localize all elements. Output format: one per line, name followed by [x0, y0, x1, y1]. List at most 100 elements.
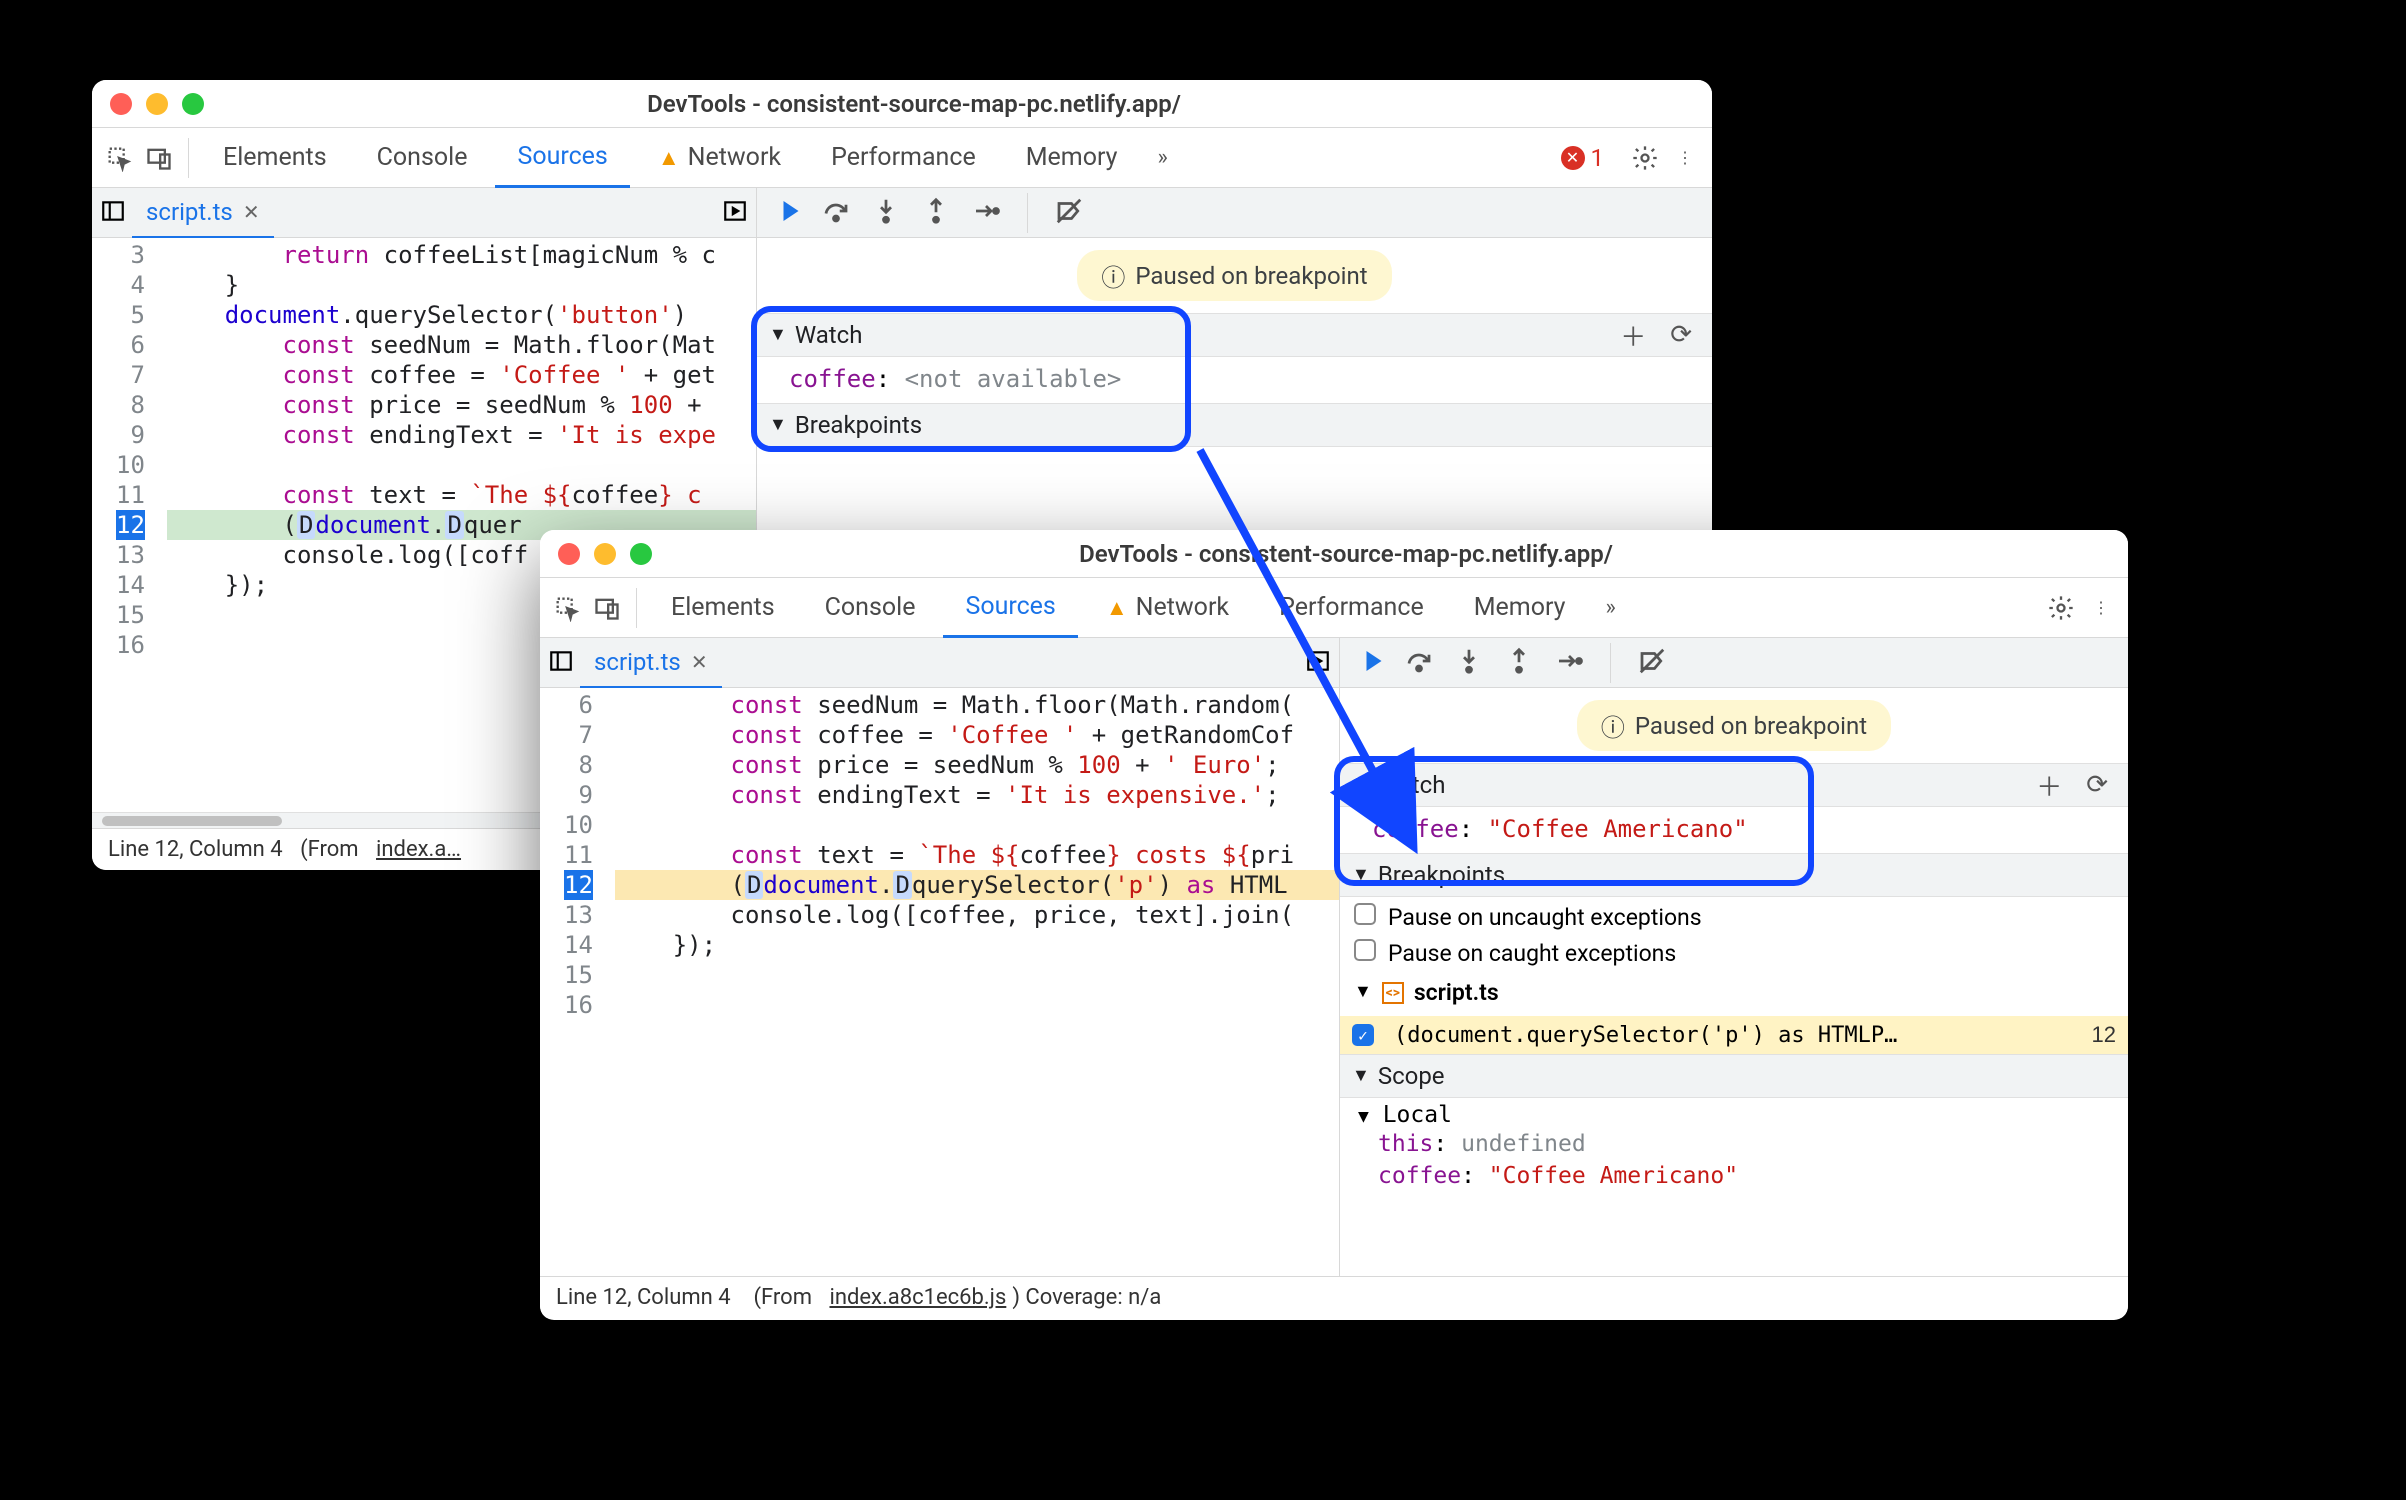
minimize-window-icon[interactable] [146, 93, 168, 115]
scope-var-coffee: coffee: "Coffee Americano" [1358, 1160, 2118, 1192]
devtools-window-2: DevTools - consistent-source-map-pc.netl… [540, 530, 2128, 1320]
step-out-icon[interactable] [1504, 646, 1534, 680]
error-badge-icon: ✕ [1561, 146, 1585, 170]
resume-icon[interactable] [771, 196, 801, 230]
chevron-down-icon: ▼ [1352, 864, 1370, 885]
kebab-icon[interactable]: ⋮ [1668, 141, 1702, 175]
debugger-toolbar [757, 188, 1712, 238]
deactivate-breakpoints-icon[interactable] [1637, 646, 1667, 680]
pause-caught-row[interactable]: Pause on caught exceptions [1354, 939, 2114, 967]
step-into-icon[interactable] [871, 196, 901, 230]
titlebar: DevTools - consistent-source-map-pc.netl… [92, 80, 1712, 128]
step-out-icon[interactable] [921, 196, 951, 230]
checkbox-checked-icon[interactable]: ✓ [1352, 1024, 1374, 1046]
inspect-icon[interactable] [550, 591, 584, 625]
scope-body: ▼ Local this: undefined coffee: "Coffee … [1340, 1098, 2128, 1202]
warning-icon: ▲ [1106, 595, 1128, 621]
titlebar: DevTools - consistent-source-map-pc.netl… [540, 530, 2128, 578]
file-tab-script[interactable]: script.ts✕ [580, 638, 722, 688]
watch-key: coffee [789, 365, 876, 393]
info-icon: ⓘ [1601, 708, 1625, 743]
device-toggle-icon[interactable] [142, 141, 176, 175]
close-tab-icon[interactable]: ✕ [243, 200, 260, 224]
step-over-icon[interactable] [821, 196, 851, 230]
chevron-down-icon: ▼ [1352, 774, 1370, 795]
source-map-link[interactable]: index.a… [376, 837, 461, 862]
tab-sources[interactable]: Sources [495, 128, 629, 188]
watch-body: coffee: "Coffee Americano" [1340, 807, 2128, 853]
deactivate-breakpoints-icon[interactable] [1054, 196, 1084, 230]
inspect-icon[interactable] [102, 141, 136, 175]
refresh-watch-icon[interactable]: ⟳ [2078, 770, 2116, 800]
navigator-toggle-icon[interactable] [548, 648, 574, 678]
window-controls [110, 93, 204, 115]
file-tab-script[interactable]: script.ts✕ [132, 188, 274, 238]
file-icon: <> [1382, 982, 1404, 1004]
minimize-window-icon[interactable] [594, 543, 616, 565]
more-tabs-icon[interactable]: » [1146, 145, 1180, 170]
gear-icon[interactable] [1628, 141, 1662, 175]
device-toggle-icon[interactable] [590, 591, 624, 625]
debugger-toolbar [1340, 638, 2128, 688]
tab-console[interactable]: Console [803, 578, 938, 638]
cursor-position: Line 12, Column 4 [556, 1285, 731, 1310]
breakpoints-section-header[interactable]: ▼Breakpoints [1340, 853, 2128, 897]
navigator-toggle-icon[interactable] [100, 198, 126, 228]
tab-network[interactable]: ▲Network [636, 128, 803, 188]
add-watch-icon[interactable]: ＋ [1612, 317, 1654, 354]
maximize-window-icon[interactable] [182, 93, 204, 115]
status-bar: Line 12, Column 4 (From index.a8c1ec6b.j… [540, 1276, 2128, 1318]
tab-performance[interactable]: Performance [809, 128, 998, 188]
scope-var-this: this: undefined [1358, 1128, 2118, 1160]
file-tabs: script.ts✕ [92, 188, 756, 238]
source-map-link[interactable]: index.a8c1ec6b.js [829, 1285, 1006, 1310]
breakpoint-item[interactable]: ✓ (document.querySelector('p') as HTMLP…… [1340, 1016, 2128, 1054]
run-snippet-icon[interactable] [722, 198, 748, 228]
chevron-down-icon: ▼ [769, 324, 787, 345]
watch-body: coffee: <not available> [757, 357, 1712, 403]
step-icon[interactable] [1554, 646, 1584, 680]
step-over-icon[interactable] [1404, 646, 1434, 680]
code-editor[interactable]: 678910111213141516 const seedNum = Math.… [540, 688, 1339, 1276]
breakpoints-section-header[interactable]: ▼Breakpoints [757, 403, 1712, 447]
tab-memory[interactable]: Memory [1004, 128, 1140, 188]
chevron-down-icon: ▼ [1352, 1065, 1370, 1086]
watch-key: coffee [1372, 815, 1459, 843]
chevron-down-icon: ▼ [1354, 981, 1372, 1002]
tab-elements[interactable]: Elements [201, 128, 349, 188]
scope-local-row[interactable]: ▼ Local [1358, 1102, 2118, 1128]
gear-icon[interactable] [2044, 591, 2078, 625]
refresh-watch-icon[interactable]: ⟳ [1662, 320, 1700, 350]
run-snippet-icon[interactable] [1305, 648, 1331, 678]
checkbox-icon[interactable] [1354, 939, 1376, 961]
more-tabs-icon[interactable]: » [1594, 595, 1628, 620]
cursor-position: Line 12, Column 4 [108, 837, 283, 862]
window-controls [558, 543, 652, 565]
close-window-icon[interactable] [110, 93, 132, 115]
watch-section-header[interactable]: ▼Watch ＋ ⟳ [757, 313, 1712, 357]
step-icon[interactable] [971, 196, 1001, 230]
close-window-icon[interactable] [558, 543, 580, 565]
step-into-icon[interactable] [1454, 646, 1484, 680]
breakpoints-body: Pause on uncaught exceptions Pause on ca… [1340, 897, 2128, 1016]
kebab-icon[interactable]: ⋮ [2084, 591, 2118, 625]
tab-sources[interactable]: Sources [943, 578, 1077, 638]
tab-elements[interactable]: Elements [649, 578, 797, 638]
window-title: DevTools - consistent-source-map-pc.netl… [652, 540, 2040, 568]
paused-banner: ⓘPaused on breakpoint [1077, 250, 1391, 301]
resume-icon[interactable] [1354, 646, 1384, 680]
close-tab-icon[interactable]: ✕ [691, 650, 708, 674]
tab-memory[interactable]: Memory [1452, 578, 1588, 638]
error-count[interactable]: ✕1 [1561, 144, 1605, 172]
tab-network[interactable]: ▲Network [1084, 578, 1251, 638]
scope-section-header[interactable]: ▼Scope [1340, 1054, 2128, 1098]
tab-console[interactable]: Console [355, 128, 490, 188]
breakpoint-file-row[interactable]: ▼ <> script.ts [1354, 975, 2114, 1010]
maximize-window-icon[interactable] [630, 543, 652, 565]
tab-performance[interactable]: Performance [1257, 578, 1446, 638]
watch-section-header[interactable]: ▼Watch ＋ ⟳ [1340, 763, 2128, 807]
pause-uncaught-row[interactable]: Pause on uncaught exceptions [1354, 903, 2114, 931]
checkbox-icon[interactable] [1354, 903, 1376, 925]
main-tabbar: Elements Console Sources ▲Network Perfor… [540, 578, 2128, 638]
add-watch-icon[interactable]: ＋ [2028, 767, 2070, 804]
